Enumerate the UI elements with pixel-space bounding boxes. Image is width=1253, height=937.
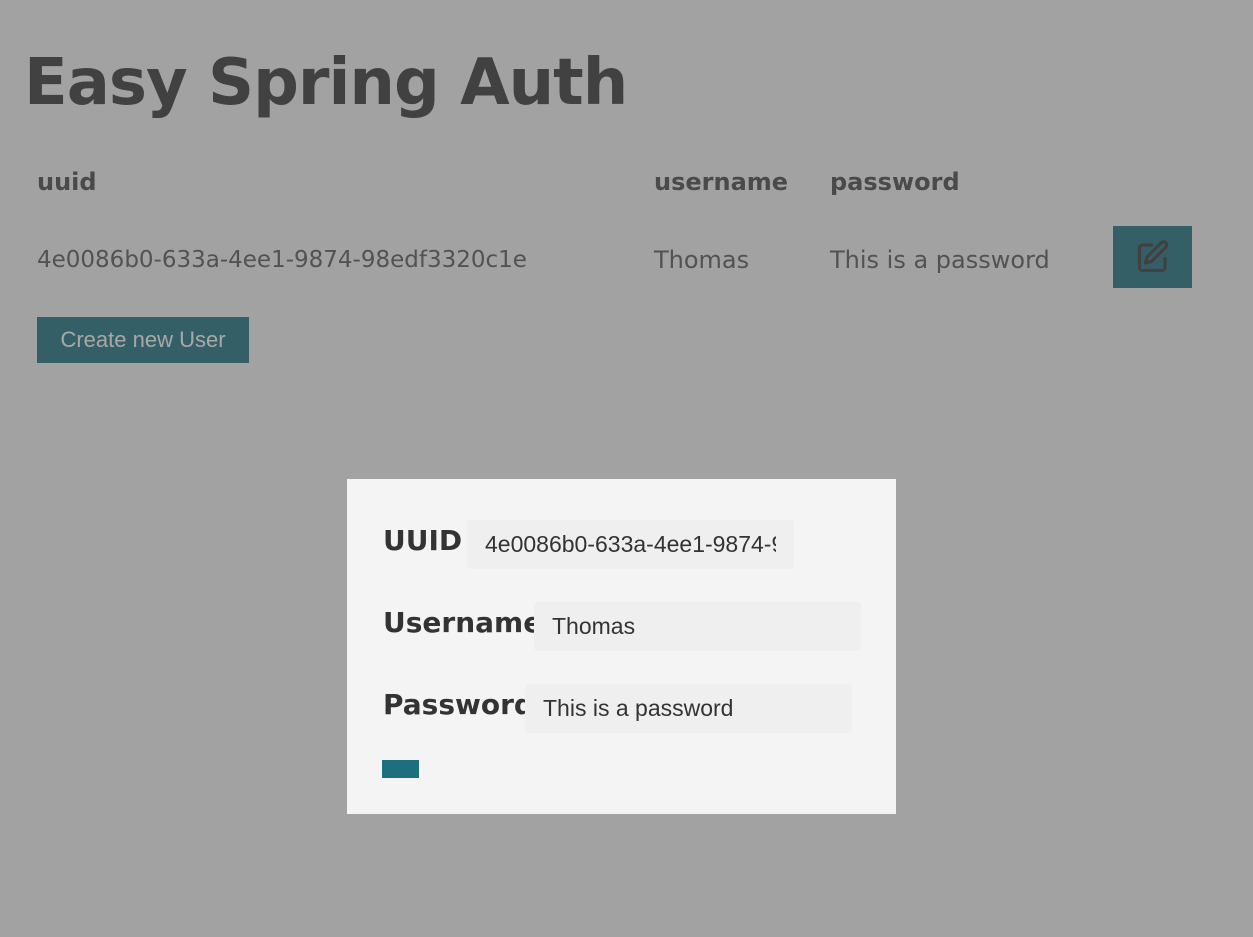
username-label: Username bbox=[383, 606, 543, 639]
edit-user-modal: UUID Username Password bbox=[347, 479, 896, 814]
page: Easy Spring Auth uuid username password … bbox=[0, 0, 1253, 937]
uuid-label: UUID bbox=[383, 524, 463, 557]
password-input[interactable] bbox=[525, 684, 852, 733]
uuid-input[interactable] bbox=[467, 520, 794, 569]
password-label: Password bbox=[383, 688, 534, 721]
submit-button[interactable] bbox=[382, 760, 419, 778]
username-input[interactable] bbox=[534, 602, 861, 651]
